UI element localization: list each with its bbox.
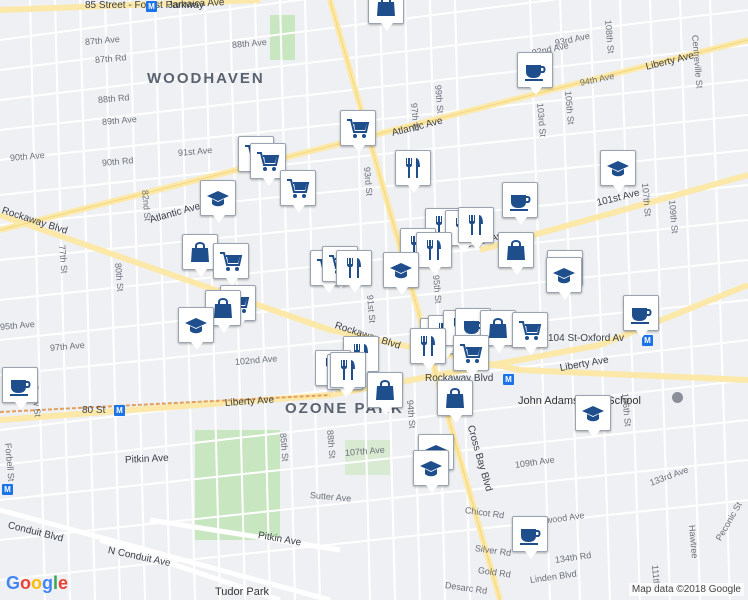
graduation-cap-icon — [183, 312, 209, 338]
subway-icon[interactable]: M — [146, 1, 157, 12]
fork-knife-icon — [335, 357, 361, 383]
shopping-cart-icon — [458, 340, 484, 366]
fork-knife-icon — [341, 255, 367, 281]
shopping-marker[interactable] — [368, 0, 404, 31]
cafe-marker[interactable] — [2, 367, 38, 410]
school-marker[interactable] — [178, 307, 214, 350]
shopping-cart-icon — [255, 148, 281, 174]
restaurant-marker[interactable] — [336, 250, 372, 293]
coffee-cup-icon — [7, 372, 33, 398]
shopping-bag-icon — [503, 237, 529, 263]
school-marker[interactable] — [200, 180, 236, 223]
station-label[interactable]: 80 St — [82, 405, 105, 416]
grocery-marker[interactable] — [453, 335, 489, 378]
shopping-bag-icon — [373, 0, 399, 19]
school-marker[interactable] — [383, 252, 419, 295]
school-marker[interactable] — [546, 257, 582, 300]
restaurant-marker[interactable] — [416, 232, 452, 275]
road-label: Pitkin Ave — [124, 452, 169, 466]
park-area — [270, 15, 295, 60]
grocery-marker[interactable] — [280, 170, 316, 213]
coffee-cup-icon — [517, 521, 543, 547]
coffee-cup-icon — [507, 187, 533, 213]
station-label[interactable]: 104 St-Oxford Av — [548, 333, 624, 344]
shopping-marker[interactable] — [498, 232, 534, 275]
fork-knife-icon — [400, 155, 426, 181]
subway-icon[interactable]: M — [503, 374, 514, 385]
shopping-cart-icon — [285, 175, 311, 201]
fork-knife-icon — [463, 212, 489, 238]
shopping-bag-icon — [187, 239, 213, 265]
shopping-cart-icon — [517, 317, 543, 343]
school-marker[interactable] — [575, 395, 611, 438]
google-logo: Google — [6, 573, 69, 593]
shopping-marker[interactable] — [437, 380, 473, 423]
shopping-cart-icon — [345, 115, 371, 141]
restaurant-marker[interactable] — [330, 352, 366, 395]
shopping-bag-icon — [442, 385, 468, 411]
subway-icon[interactable]: M — [2, 484, 13, 495]
shopping-cart-icon — [218, 248, 244, 274]
grocery-marker[interactable] — [340, 110, 376, 153]
coffee-cup-icon — [522, 57, 548, 83]
cafe-marker[interactable] — [623, 295, 659, 338]
graduation-cap-icon — [580, 400, 606, 426]
graduation-cap-icon — [605, 155, 631, 181]
graduation-cap-icon — [418, 455, 444, 481]
station-label[interactable]: 85 Street - Forest Parkway — [85, 0, 204, 11]
restaurant-marker[interactable] — [395, 150, 431, 193]
cafe-marker[interactable] — [512, 516, 548, 559]
graduation-cap-icon — [388, 257, 414, 283]
graduation-cap-icon — [205, 185, 231, 211]
poi-icon[interactable] — [672, 392, 683, 403]
graduation-cap-icon — [551, 262, 577, 288]
map-attribution[interactable]: Map data ©2018 Google — [628, 583, 744, 596]
subway-icon[interactable]: M — [114, 405, 125, 416]
restaurant-marker[interactable] — [458, 207, 494, 250]
coffee-cup-icon — [628, 300, 654, 326]
shopping-marker[interactable] — [367, 372, 403, 415]
restaurant-marker[interactable] — [410, 328, 446, 371]
fork-knife-icon — [415, 333, 441, 359]
neighborhood-label: WOODHAVEN — [147, 70, 265, 87]
grocery-marker[interactable] — [213, 243, 249, 286]
map-canvas[interactable]: WOODHAVEN OZONE PARK Atlantic Ave Atlant… — [0, 0, 748, 600]
poi-label[interactable]: Tudor Park — [215, 586, 269, 598]
school-marker[interactable] — [413, 450, 449, 493]
shopping-bag-icon — [372, 377, 398, 403]
fork-knife-icon — [421, 237, 447, 263]
grocery-marker[interactable] — [512, 312, 548, 355]
cafe-marker[interactable] — [517, 52, 553, 95]
school-marker[interactable] — [600, 150, 636, 193]
cafe-marker[interactable] — [502, 182, 538, 225]
